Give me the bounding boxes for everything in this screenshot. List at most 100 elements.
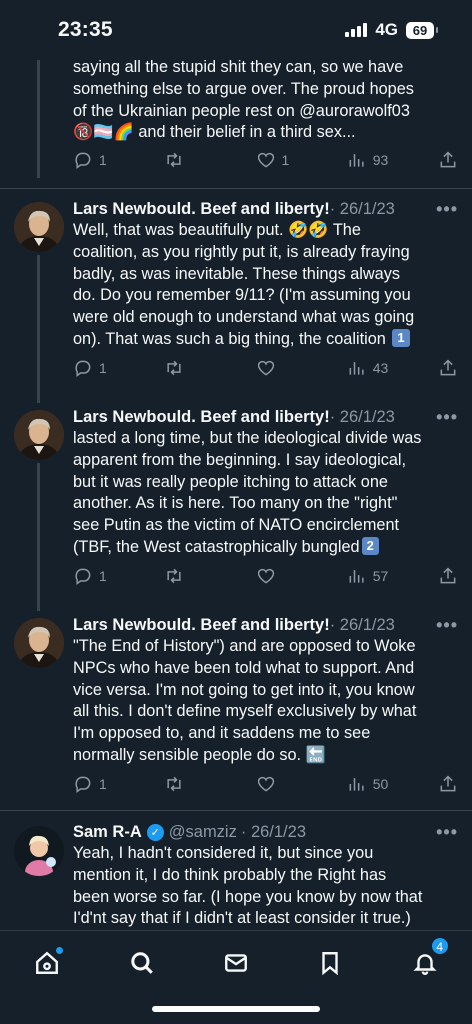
share-button[interactable] — [438, 566, 458, 586]
views-button[interactable]: 43 — [347, 358, 435, 378]
unread-dot — [56, 947, 64, 954]
share-icon — [440, 775, 456, 792]
author-name[interactable]: Lars Newbould. Beef and liberty! — [73, 408, 330, 427]
share-button[interactable] — [438, 150, 458, 170]
search-icon — [130, 952, 153, 974]
reply-button[interactable]: 1 — [73, 566, 161, 586]
views-icon — [349, 154, 364, 167]
tab-search[interactable] — [120, 941, 164, 985]
author-handle[interactable]: @samziz — [169, 823, 237, 842]
avatar[interactable] — [14, 202, 64, 252]
views-icon — [349, 362, 364, 375]
views-icon — [349, 570, 364, 583]
avatar[interactable] — [14, 410, 64, 460]
tab-bookmarks[interactable] — [308, 941, 352, 985]
home-indicator[interactable] — [152, 1006, 320, 1012]
thread-number-badge: 2 — [361, 536, 379, 555]
share-button[interactable] — [438, 358, 458, 378]
verified-icon: ✓ — [146, 823, 164, 841]
tweet-2-actions: 1 57 — [73, 565, 458, 587]
reply-icon — [75, 568, 91, 585]
thread-number-badge: 1 — [392, 328, 410, 347]
tweet-4-text: Yeah, I hadn't considered it, but since … — [73, 844, 423, 928]
tweet-3-text: "The End of History") and are opposed to… — [73, 637, 417, 764]
reply-count: 1 — [99, 568, 107, 584]
views-button[interactable]: 57 — [347, 566, 435, 586]
share-icon — [440, 567, 456, 584]
thread-line — [37, 255, 40, 403]
views-count: 50 — [372, 776, 389, 792]
avatar[interactable] — [14, 618, 64, 668]
author-name[interactable]: Sam R-A — [73, 823, 142, 842]
tweet-1-text: Well, that was beautifully put. 🤣🤣 The c… — [73, 221, 415, 348]
like-button[interactable] — [256, 566, 344, 586]
tweet-date[interactable]: · 26/1/23 — [330, 200, 395, 219]
clock: 23:35 — [58, 18, 113, 41]
status-icons: 4G 69 — [345, 20, 438, 40]
tab-messages[interactable] — [214, 941, 258, 985]
more-icon[interactable]: ••• — [436, 615, 458, 636]
tweet-header: Lars Newbould. Beef and liberty! · 26/1/… — [73, 613, 458, 637]
bookmark-icon — [322, 952, 339, 976]
views-icon — [349, 778, 364, 791]
notification-count-badge: 4 — [430, 937, 449, 955]
network-type: 4G — [375, 20, 398, 39]
tweet-1-actions: 1 43 — [73, 357, 458, 379]
divider — [0, 188, 472, 189]
reply-icon — [75, 360, 91, 377]
portrait-icon — [14, 618, 64, 668]
tweet-header: Lars Newbould. Beef and liberty! · 26/1/… — [73, 405, 458, 429]
reply-button[interactable]: 1 — [73, 150, 161, 170]
tweet-0-text: saying all the stupid shit they can, so … — [73, 58, 414, 142]
retweet-icon — [167, 152, 181, 168]
like-count: 1 — [281, 152, 290, 168]
like-button[interactable] — [256, 774, 344, 794]
tweet-date[interactable]: · 26/1/23 — [241, 823, 306, 842]
views-button[interactable]: 93 — [347, 150, 435, 170]
share-icon — [440, 359, 456, 376]
like-icon — [257, 568, 274, 584]
retweet-icon — [167, 776, 181, 792]
like-icon — [257, 360, 274, 376]
bell-icon — [413, 954, 437, 975]
reply-count: 1 — [99, 360, 107, 376]
retweet-icon — [167, 360, 181, 376]
tweet-header: Lars Newbould. Beef and liberty! · 26/1/… — [73, 197, 458, 221]
retweet-icon — [167, 568, 181, 584]
like-button[interactable] — [256, 358, 344, 378]
retweet-button[interactable] — [164, 150, 252, 170]
retweet-button[interactable] — [164, 774, 252, 794]
thread-line — [37, 60, 40, 178]
tab-notifications[interactable]: 4 — [403, 937, 449, 985]
share-button[interactable] — [438, 774, 458, 794]
share-icon — [440, 151, 456, 168]
tweet-2-text: lasted a long time, but the ideological … — [73, 429, 422, 556]
more-icon[interactable]: ••• — [436, 822, 458, 843]
divider — [0, 810, 472, 811]
tweet-date[interactable]: · 26/1/23 — [330, 616, 395, 635]
tweet-header: Sam R-A ✓ @samziz · 26/1/23 ••• — [73, 820, 458, 844]
like-button[interactable]: 1 — [256, 150, 344, 170]
like-icon — [257, 776, 274, 792]
reply-icon — [75, 776, 91, 793]
retweet-button[interactable] — [164, 358, 252, 378]
tab-home[interactable] — [25, 941, 69, 985]
author-name[interactable]: Lars Newbould. Beef and liberty! — [73, 616, 330, 635]
reply-icon — [75, 152, 91, 169]
more-icon[interactable]: ••• — [436, 407, 458, 428]
like-icon — [257, 152, 274, 168]
portrait-icon — [14, 202, 64, 252]
tweet-0-actions: 1 1 93 — [73, 149, 458, 171]
reply-button[interactable]: 1 — [73, 774, 161, 794]
views-count: 57 — [372, 568, 389, 584]
profile-picture-icon — [14, 826, 64, 876]
home-icon — [36, 951, 59, 974]
retweet-button[interactable] — [164, 566, 252, 586]
tweet-date[interactable]: · 26/1/23 — [330, 408, 395, 427]
views-button[interactable]: 50 — [347, 774, 435, 794]
avatar[interactable] — [14, 826, 64, 876]
reply-button[interactable]: 1 — [73, 358, 161, 378]
timeline-feed[interactable]: saying all the stupid shit they can, so … — [0, 0, 472, 930]
more-icon[interactable]: ••• — [436, 199, 458, 220]
author-name[interactable]: Lars Newbould. Beef and liberty! — [73, 200, 330, 219]
